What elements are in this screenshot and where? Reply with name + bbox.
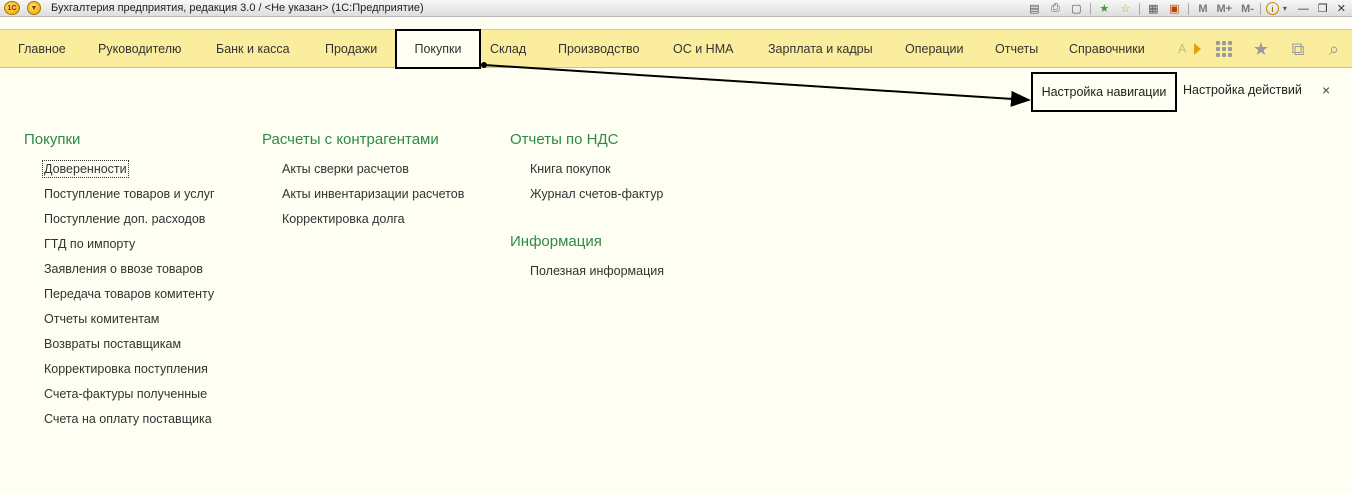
add-favorite-icon[interactable]: ★: [1096, 2, 1112, 16]
save-icon[interactable]: ▤: [1026, 2, 1042, 16]
section-reports[interactable]: Отчеты: [995, 30, 1038, 68]
section-admin[interactable]: А: [1178, 30, 1186, 68]
section-fixed-assets[interactable]: ОС и НМА: [673, 30, 733, 68]
link-additional-expenses[interactable]: Поступление доп. расходов: [44, 212, 205, 226]
section-purchases[interactable]: Покупки: [395, 29, 481, 69]
section-operations[interactable]: Операции: [905, 30, 963, 68]
link-supplier-returns[interactable]: Возвраты поставщикам: [44, 337, 181, 351]
preview-icon[interactable]: ▢: [1068, 2, 1084, 16]
section-references[interactable]: Справочники: [1069, 30, 1145, 68]
all-functions-icon[interactable]: [1214, 39, 1234, 59]
section-main[interactable]: Главное: [18, 30, 66, 68]
favorites-star-icon[interactable]: ★: [1251, 39, 1271, 59]
link-useful-information[interactable]: Полезная информация: [530, 264, 664, 278]
link-reconciliation-acts[interactable]: Акты сверки расчетов: [282, 162, 409, 176]
memory-button[interactable]: M: [1198, 3, 1207, 15]
navigation-settings-button[interactable]: Настройка навигации: [1031, 72, 1177, 112]
memory-plus-button[interactable]: M+: [1216, 3, 1232, 15]
group-title-information: Информация: [510, 233, 602, 250]
sections-panel: Главное Руководителю Банк и касса Продаж…: [0, 29, 1352, 69]
calculator-icon[interactable]: ▦: [1145, 2, 1161, 16]
link-debt-adjustment[interactable]: Корректировка долга: [282, 212, 405, 226]
link-goods-receipt[interactable]: Поступление товаров и услуг: [44, 187, 215, 201]
link-receipt-adjustment[interactable]: Корректировка поступления: [44, 362, 208, 376]
section-warehouse[interactable]: Склад: [490, 30, 526, 68]
main-menu-icon[interactable]: ▼: [27, 1, 41, 15]
link-import-applications[interactable]: Заявления о ввозе товаров: [44, 262, 203, 276]
calendar-icon[interactable]: ▣: [1166, 2, 1182, 16]
memory-minus-button[interactable]: M-: [1241, 3, 1254, 15]
scroll-right-icon[interactable]: [1194, 43, 1201, 55]
link-powers-of-attorney[interactable]: Доверенности: [42, 160, 129, 178]
info-icon[interactable]: i: [1265, 2, 1279, 15]
link-purchase-book[interactable]: Книга покупок: [530, 162, 611, 176]
toolbar-divider: [1188, 2, 1190, 15]
actions-settings-button[interactable]: Настройка действий: [1183, 83, 1302, 97]
toolbar-divider: [1139, 2, 1141, 15]
window-title: Бухгалтерия предприятия, редакция 3.0 / …: [51, 2, 424, 14]
close-window-icon[interactable]: ✕: [1337, 2, 1346, 15]
history-icon[interactable]: ⧉: [1288, 39, 1308, 59]
link-invoices-received[interactable]: Счета-фактуры полученные: [44, 387, 207, 401]
link-customs-declaration[interactable]: ГТД по импорту: [44, 237, 135, 251]
section-salary[interactable]: Зарплата и кадры: [768, 30, 873, 68]
section-sales[interactable]: Продажи: [325, 30, 377, 68]
close-panel-icon[interactable]: ×: [1322, 82, 1330, 98]
toolbar-divider: [1090, 2, 1092, 15]
section-director[interactable]: Руководителю: [98, 30, 181, 68]
link-inventory-acts[interactable]: Акты инвентаризации расчетов: [282, 187, 464, 201]
restore-icon[interactable]: ❐: [1318, 2, 1328, 15]
favorites-icon[interactable]: ☆: [1117, 2, 1133, 16]
group-title-vat-reports: Отчеты по НДС: [510, 131, 619, 148]
titlebar-tools: ▤ ⎙ ▢ ★ ☆ ▦ ▣ M M+ M- i ▾ — ❐ ✕: [1021, 0, 1352, 17]
app-logo-icon[interactable]: 1С: [4, 1, 20, 15]
toolbar-divider: [1259, 2, 1261, 15]
print-icon[interactable]: ⎙: [1047, 2, 1063, 16]
section-production[interactable]: Производство: [558, 30, 640, 68]
minimize-icon[interactable]: —: [1298, 3, 1309, 15]
window-titlebar: 1С ▼ Бухгалтерия предприятия, редакция 3…: [0, 0, 1352, 17]
section-bank-cash[interactable]: Банк и касса: [216, 30, 290, 68]
group-title-settlements: Расчеты с контрагентами: [262, 131, 439, 148]
link-invoice-journal[interactable]: Журнал счетов-фактур: [530, 187, 663, 201]
search-icon[interactable]: ⌕: [1324, 39, 1344, 59]
group-title-purchases: Покупки: [24, 131, 81, 148]
info-dropdown-icon[interactable]: ▾: [1281, 2, 1289, 16]
link-transfer-to-consignor[interactable]: Передача товаров комитенту: [44, 287, 214, 301]
link-supplier-payment-invoices[interactable]: Счета на оплату поставщика: [44, 412, 212, 426]
link-consignor-reports[interactable]: Отчеты комитентам: [44, 312, 159, 326]
